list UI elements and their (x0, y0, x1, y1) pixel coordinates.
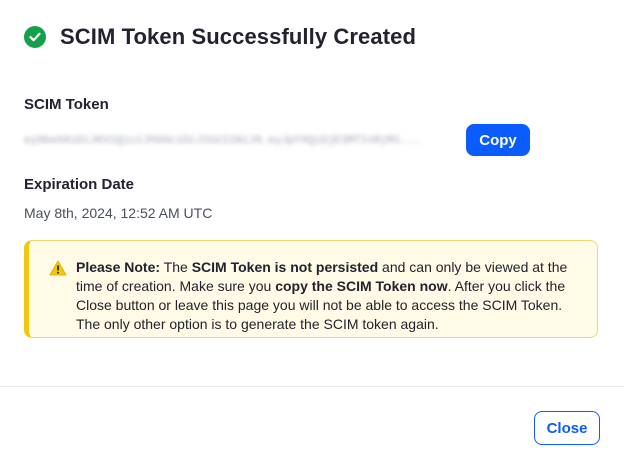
warning-note-text: Please Note: The SCIM Token is not persi… (76, 258, 586, 334)
warning-icon (49, 260, 67, 276)
note-prefix: Please Note: (76, 259, 161, 275)
close-button[interactable]: Close (534, 411, 600, 445)
expiration-date-label: Expiration Date (24, 176, 135, 193)
note-bold-2: copy the SCIM Token now (275, 278, 448, 294)
note-bold-1: SCIM Token is not persisted (191, 259, 379, 275)
check-circle-icon (24, 26, 46, 48)
expiration-date-value: May 8th, 2024, 12:52 AM UTC (24, 205, 213, 221)
note-text-1: The (160, 259, 192, 275)
scim-token-label: SCIM Token (24, 96, 109, 113)
scim-token-dialog: SCIM Token Successfully Created SCIM Tok… (0, 0, 624, 461)
footer-divider (0, 386, 624, 387)
copy-button[interactable]: Copy (466, 124, 530, 156)
dialog-header: SCIM Token Successfully Created (24, 24, 416, 50)
scim-token-value: ey0beXAiOiJKV1QiLCJhbGciOiJIUzI1NiJ9.eyJ… (24, 135, 421, 147)
dialog-title: SCIM Token Successfully Created (60, 24, 417, 49)
warning-note-box: Please Note: The SCIM Token is not persi… (24, 240, 598, 338)
